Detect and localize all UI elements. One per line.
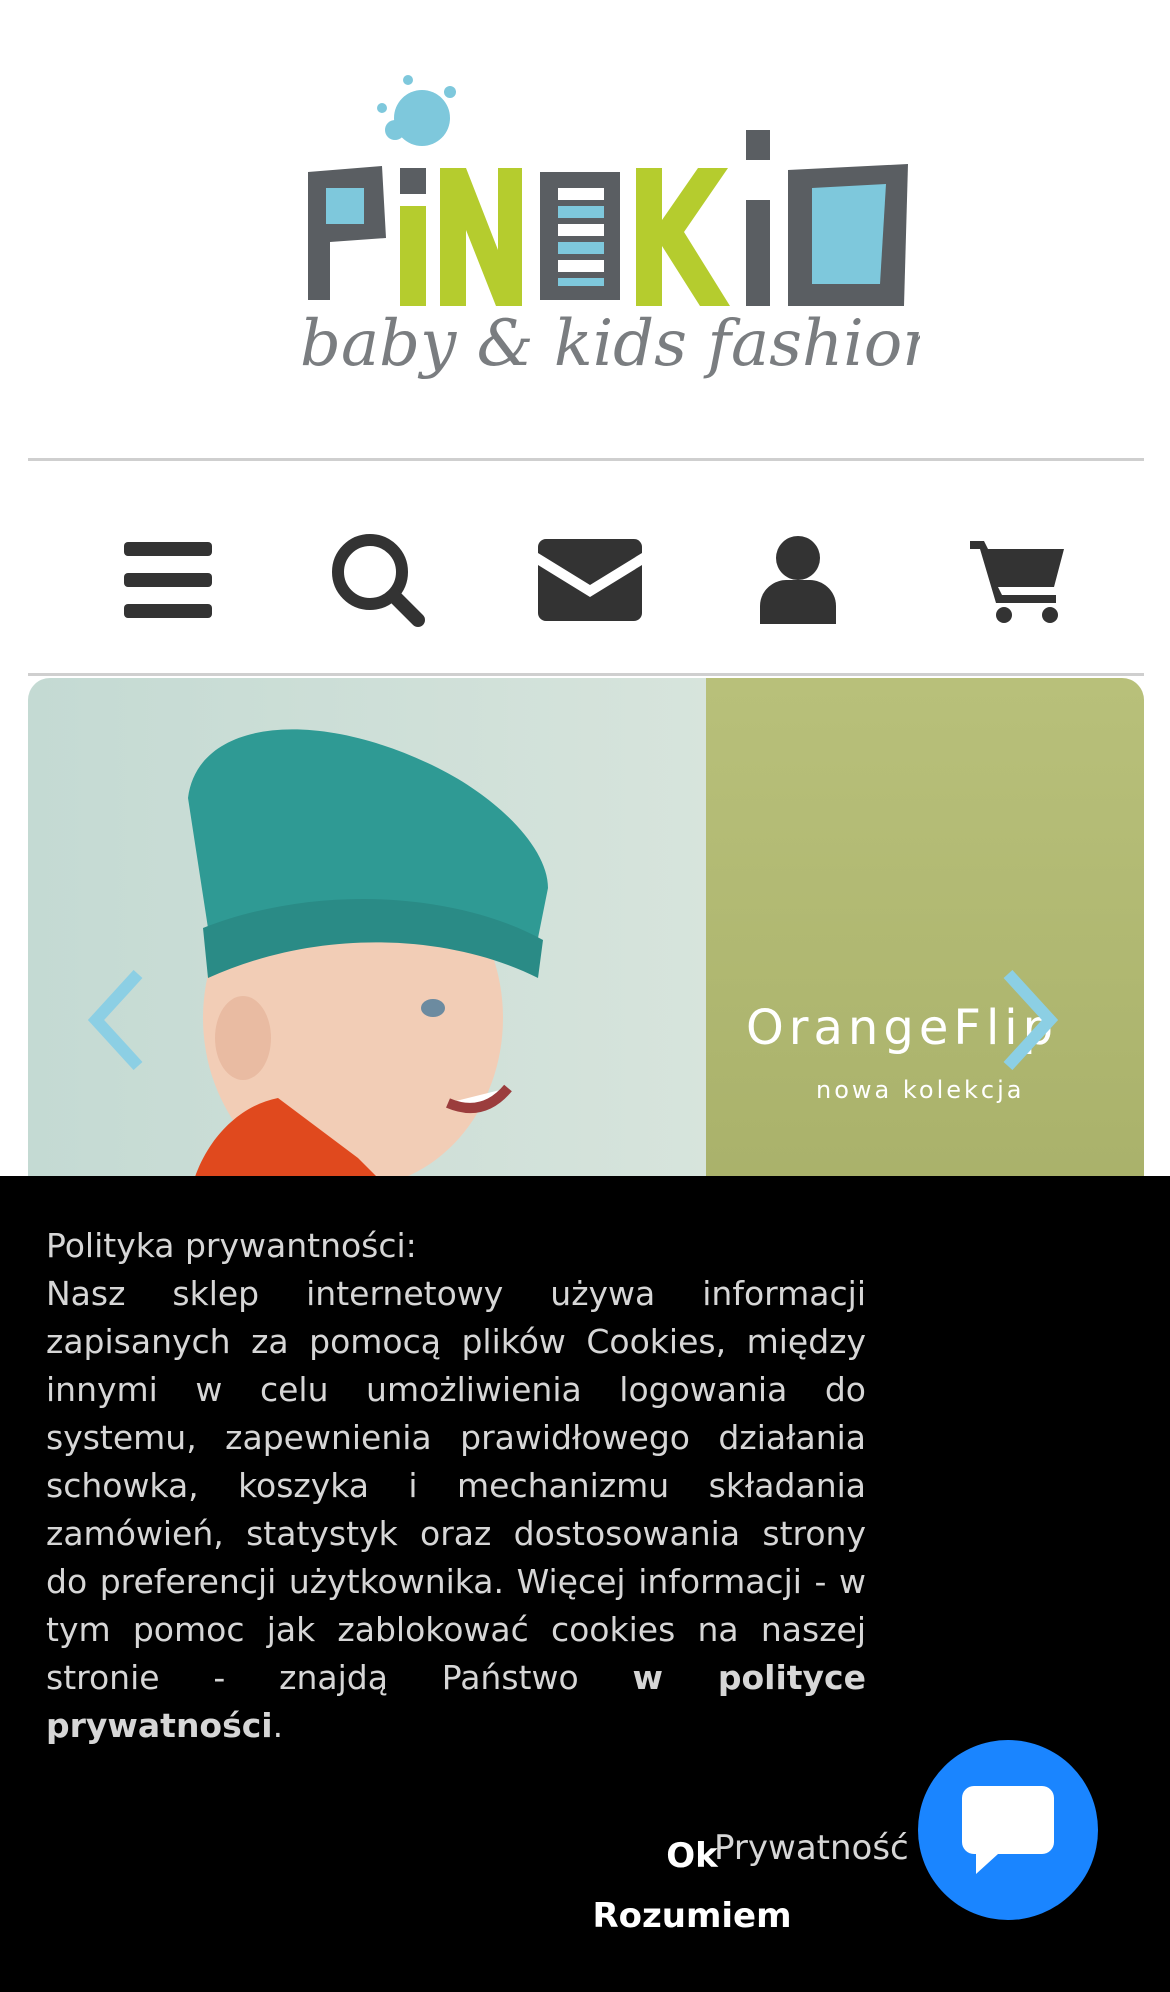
- pinokio-logo[interactable]: baby & kids fashion: [300, 60, 920, 405]
- slide-subtitle: nowa kolekcja: [816, 1076, 1025, 1104]
- envelope-icon: [538, 539, 642, 621]
- account-button[interactable]: [738, 520, 858, 640]
- icon-navigation: [28, 500, 1144, 660]
- menu-button[interactable]: [108, 520, 228, 640]
- hero-slider[interactable]: OrangeFlip nowa kolekcja: [28, 678, 1144, 1208]
- cart-button[interactable]: [948, 520, 1088, 640]
- cookie-message: Polityka prywantności: Nasz sklep intern…: [46, 1222, 866, 1750]
- user-icon: [760, 536, 836, 624]
- cookie-body: Nasz sklep internetowy używa informacji …: [46, 1274, 866, 1697]
- slider-prev-button[interactable]: [78, 960, 158, 1080]
- slider-next-button[interactable]: [988, 960, 1068, 1080]
- menu-icon: [124, 542, 212, 618]
- cookie-end: .: [272, 1706, 284, 1745]
- contact-button[interactable]: [530, 520, 650, 640]
- search-icon: [332, 534, 425, 627]
- chevron-right-icon: [1003, 970, 1058, 1070]
- nav-divider: [28, 673, 1144, 676]
- header-divider: [28, 458, 1144, 461]
- search-button[interactable]: [318, 520, 438, 640]
- cookie-title: Polityka prywantności:: [46, 1226, 417, 1265]
- cart-icon: [970, 541, 1064, 623]
- chat-button[interactable]: [918, 1740, 1098, 1920]
- logo-graphic: baby & kids fashion: [300, 75, 920, 381]
- hero-image: [28, 678, 1144, 1208]
- chat-icon: [962, 1786, 1054, 1874]
- chevron-left-icon: [88, 970, 143, 1070]
- privacy-settings-link[interactable]: Prywatność: [714, 1828, 909, 1868]
- logo-tagline: baby & kids fashion: [300, 307, 920, 381]
